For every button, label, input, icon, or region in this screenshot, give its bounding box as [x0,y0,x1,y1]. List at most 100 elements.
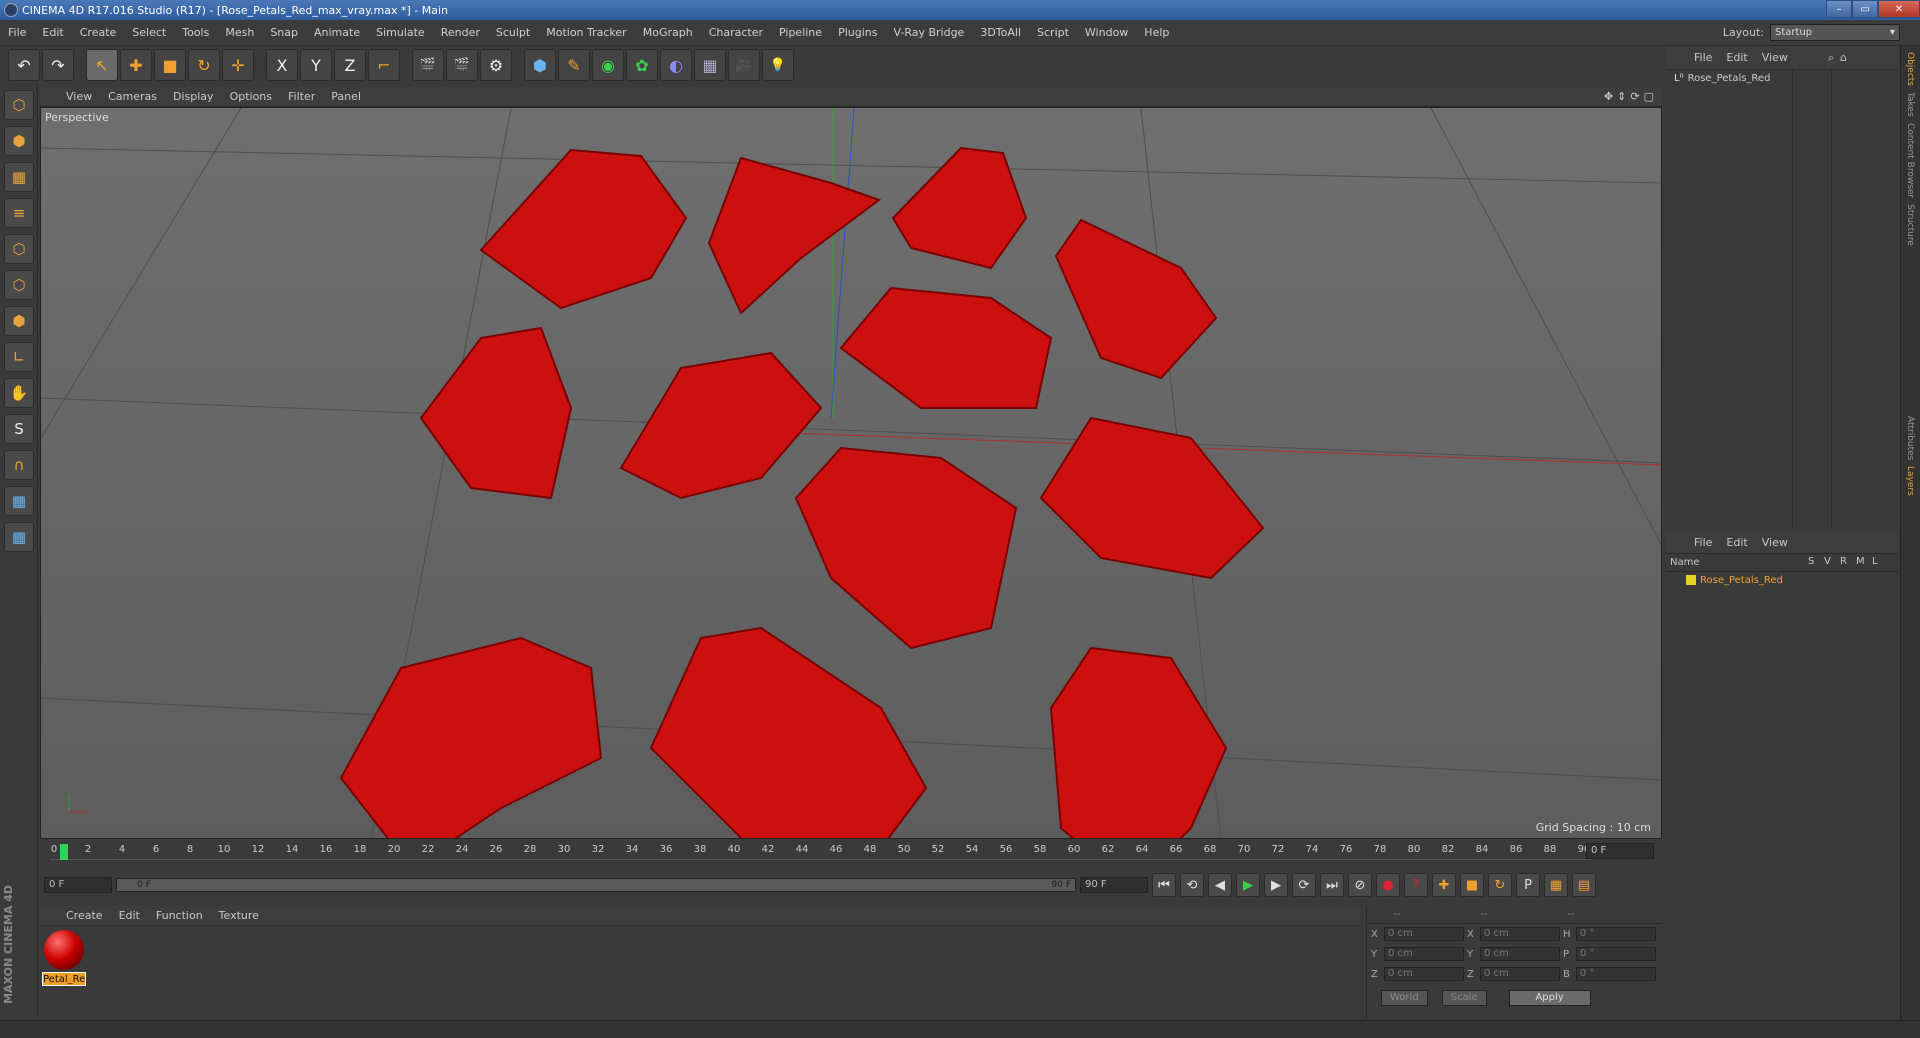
menu-snap[interactable]: Snap [262,26,306,39]
menu-help[interactable]: Help [1136,26,1177,39]
snap-icon[interactable]: S [4,414,34,444]
light-icon[interactable]: 💡 [762,49,794,81]
tab-objects[interactable]: Objects [1905,52,1915,86]
world-dropdown[interactable]: World [1381,990,1428,1006]
scale-icon[interactable]: ■ [154,49,186,81]
play-icon[interactable]: ▶ [1236,873,1260,897]
rotation-h-field[interactable]: 0 ° [1576,927,1656,941]
polygons-mode-icon[interactable]: ⬢ [4,306,34,336]
model-mode-icon[interactable]: ⬢ [4,126,34,156]
render-picture-viewer-icon[interactable]: 🎬 [446,49,478,81]
y-axis-icon[interactable]: Y [300,49,332,81]
pan-icon[interactable]: ✥ [1604,90,1613,103]
deformer-icon[interactable]: ◐ [660,49,692,81]
x-axis-icon[interactable]: X [266,49,298,81]
maximize-view-icon[interactable]: ▢ [1644,90,1654,103]
tab-attributes[interactable]: Attributes [1905,416,1915,460]
select-cursor-icon[interactable]: ↖ [86,49,118,81]
orbit-icon[interactable]: ⟳ [1630,90,1639,103]
layers-menu-file[interactable]: File [1690,536,1716,549]
pen-icon[interactable]: ✎ [558,49,590,81]
previous-frame-icon[interactable]: ◀ [1208,873,1232,897]
camera-icon[interactable]: 🎥 [728,49,760,81]
objects-menu-view[interactable]: View [1758,51,1792,64]
render-view-icon[interactable]: 🎬 [412,49,444,81]
key-position-icon[interactable]: ✚ [1432,873,1456,897]
menu-mograph[interactable]: MoGraph [635,26,701,39]
viewport-menu-cameras[interactable]: Cameras [102,90,163,103]
viewport-menu-view[interactable]: View [60,90,98,103]
menu-character[interactable]: Character [701,26,771,39]
minimize-button[interactable]: – [1826,0,1852,18]
material-menu-function[interactable]: Function [150,909,209,922]
material-menu-texture[interactable]: Texture [213,909,265,922]
tab-layers[interactable]: Layers [1905,466,1915,496]
layers-menu-edit[interactable]: Edit [1722,536,1751,549]
menu-select[interactable]: Select [124,26,174,39]
perspective-viewport[interactable]: Perspective Grid Spacing : 10 cm [40,107,1662,839]
menu-plugins[interactable]: Plugins [830,26,885,39]
rotation-p-field[interactable]: 0 ° [1576,947,1656,961]
home-icon[interactable]: ⌂ [1840,51,1847,64]
start-frame-field[interactable]: 0 F [44,877,112,893]
menu-motion-tracker[interactable]: Motion Tracker [538,26,634,39]
menu-sculpt[interactable]: Sculpt [488,26,538,39]
texture-mode-icon[interactable]: ▦ [4,162,34,192]
layer-row[interactable]: Rose_Petals_Red [1666,572,1898,588]
objects-menu-edit[interactable]: Edit [1722,51,1751,64]
viewport-menu-panel[interactable]: Panel [325,90,367,103]
transform-icon[interactable]: ✛ [222,49,254,81]
key-parameter-icon[interactable]: P [1516,873,1540,897]
subdivision-icon[interactable]: ◉ [592,49,624,81]
workplane-icon[interactable]: ≡ [4,198,34,228]
go-to-end-icon[interactable]: ⏭ [1320,873,1344,897]
size-y-field[interactable]: 0 cm [1480,947,1560,961]
previous-key-icon[interactable]: ⟲ [1180,873,1204,897]
key-rotation-icon[interactable]: ↻ [1488,873,1512,897]
close-button[interactable]: ✕ [1878,0,1920,18]
redo-icon[interactable]: ↷ [42,49,74,81]
viewport-menu-filter[interactable]: Filter [282,90,321,103]
material-menu-edit[interactable]: Edit [113,909,146,922]
move-icon[interactable]: ✚ [120,49,152,81]
next-frame-icon[interactable]: ▶ [1264,873,1288,897]
rose-petals-mesh[interactable] [339,146,1265,839]
timeline-window-icon[interactable]: ▤ [1572,873,1596,897]
viewport-menu-options[interactable]: Options [224,90,278,103]
timeline[interactable]: 0 2 4 6 8 10 12 14 16 18 20 22 24 26 28 30 32 34 36 38 40 42 4… [40,840,1662,864]
points-mode-icon[interactable]: ⬡ [4,234,34,264]
frame-range-slider[interactable]: 0 F 90 F [116,878,1076,892]
zoom-icon[interactable]: ⇕ [1617,90,1626,103]
position-z-field[interactable]: 0 cm [1384,967,1464,981]
undo-icon[interactable]: ↶ [8,49,40,81]
record-active-icon[interactable]: ● [1376,873,1400,897]
auto-key-icon[interactable]: ? [1404,873,1428,897]
floor-icon[interactable]: ▦ [694,49,726,81]
lock-workplane-icon[interactable]: ▦ [4,486,34,516]
material-menu-create[interactable]: Create [60,909,109,922]
go-to-start-icon[interactable]: ⏮ [1152,873,1176,897]
rotation-b-field[interactable]: 0 ° [1576,967,1656,981]
edges-mode-icon[interactable]: ⬡ [4,270,34,300]
object-row[interactable]: L⁰ Rose_Petals_Red [1666,70,1898,86]
magnet-icon[interactable]: ∩ [4,450,34,480]
viewport-menu-display[interactable]: Display [167,90,220,103]
position-y-field[interactable]: 0 cm [1384,947,1464,961]
tab-content-browser[interactable]: Content Browser [1905,123,1915,198]
scale-dropdown[interactable]: Scale [1441,990,1487,1006]
menu-script[interactable]: Script [1029,26,1077,39]
material-name-label[interactable]: Petal_Re [42,972,86,986]
make-editable-icon[interactable]: ⬡ [4,90,34,120]
search-icon[interactable]: ⌕ [1828,51,1834,65]
key-scale-icon[interactable]: ■ [1460,873,1484,897]
size-x-field[interactable]: 0 cm [1480,927,1560,941]
menu-pipeline[interactable]: Pipeline [771,26,830,39]
current-frame-field[interactable]: 0 F [1586,843,1654,859]
cloner-icon[interactable]: ✿ [626,49,658,81]
coordinate-system-icon[interactable]: ⌐ [368,49,400,81]
objects-menu-file[interactable]: File [1690,51,1716,64]
menu-create[interactable]: Create [72,26,125,39]
layers-menu-view[interactable]: View [1758,536,1792,549]
end-frame-field[interactable]: 90 F [1080,877,1148,893]
planar-workplane-icon[interactable]: ▦ [4,522,34,552]
